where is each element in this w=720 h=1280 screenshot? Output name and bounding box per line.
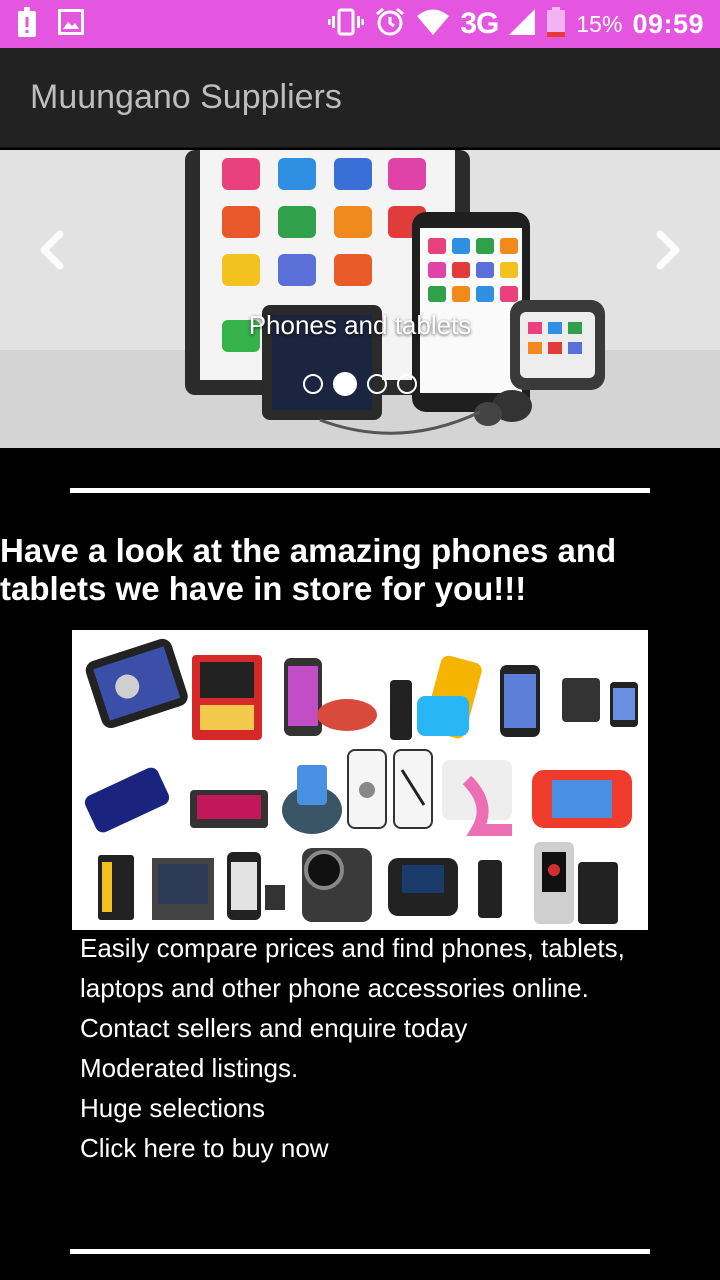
app-title: Muungano Suppliers bbox=[30, 78, 342, 116]
carousel-indicator-dot[interactable] bbox=[303, 374, 323, 394]
carousel-slide-image bbox=[0, 150, 720, 448]
carousel-indicator-dot[interactable] bbox=[367, 374, 387, 394]
clock: 09:59 bbox=[632, 8, 704, 39]
battery-icon bbox=[546, 6, 566, 42]
signal-icon bbox=[508, 8, 536, 41]
carousel-prev-button[interactable] bbox=[26, 222, 76, 282]
image-icon bbox=[58, 8, 84, 40]
status-bar: 3G 15% 09:59 bbox=[0, 0, 720, 48]
carousel-indicators bbox=[0, 372, 720, 396]
carousel-indicator-dot[interactable] bbox=[397, 374, 417, 394]
page-headline: Have a look at the amazing phones and ta… bbox=[0, 532, 617, 607]
divider-top bbox=[70, 488, 650, 493]
hero-carousel[interactable]: Phones and tablets bbox=[0, 150, 720, 448]
description-line: Moderated listings. bbox=[80, 1053, 299, 1083]
buy-now-link[interactable]: Click here to buy now bbox=[80, 1128, 660, 1168]
app-bar: Muungano Suppliers bbox=[0, 48, 720, 148]
phone-accessories-collage bbox=[72, 630, 648, 930]
wifi-icon bbox=[416, 8, 450, 41]
alarm-icon bbox=[374, 6, 406, 43]
alert-icon bbox=[16, 6, 38, 42]
chevron-right-icon bbox=[656, 230, 680, 270]
carousel-indicator-dot[interactable] bbox=[333, 372, 357, 396]
description: Easily compare prices and find phones, t… bbox=[80, 928, 660, 1168]
accessories-image bbox=[72, 630, 648, 930]
battery-percent: 15% bbox=[576, 10, 623, 37]
description-line: Huge selections bbox=[80, 1093, 265, 1123]
divider-bottom bbox=[70, 1249, 650, 1254]
description-line: Easily compare prices and find phones, t… bbox=[80, 933, 625, 1003]
carousel-caption: Phones and tablets bbox=[248, 310, 472, 340]
chevron-left-icon bbox=[40, 230, 64, 270]
vibrate-icon bbox=[328, 8, 365, 41]
carousel-next-button[interactable] bbox=[644, 222, 694, 282]
description-line: Contact sellers and enquire today bbox=[80, 1013, 468, 1043]
network-type: 3G bbox=[460, 7, 499, 40]
